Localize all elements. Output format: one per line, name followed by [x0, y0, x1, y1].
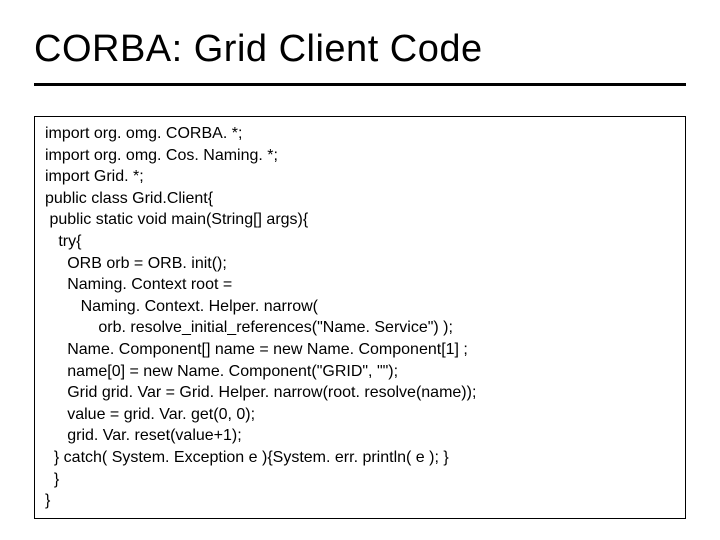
code-line: public class Grid.Client{: [45, 190, 213, 207]
title-underline: [34, 83, 686, 86]
code-line: import Grid. *;: [45, 168, 144, 185]
page-title: CORBA: Grid Client Code: [34, 28, 686, 71]
code-line: grid. Var. reset(value+1);: [45, 427, 242, 444]
code-line: Grid grid. Var = Grid. Helper. narrow(ro…: [45, 384, 476, 401]
code-line: } catch( System. Exception e ){System. e…: [45, 449, 449, 466]
code-line: Naming. Context. Helper. narrow(: [45, 298, 318, 315]
code-line: name[0] = new Name. Component("GRID", ""…: [45, 363, 398, 380]
code-line: import org. omg. CORBA. *;: [45, 125, 242, 142]
code-line: }: [45, 492, 50, 509]
code-line: Naming. Context root =: [45, 276, 232, 293]
code-line: value = grid. Var. get(0, 0);: [45, 406, 255, 423]
code-line: import org. omg. Cos. Naming. *;: [45, 147, 278, 164]
slide: CORBA: Grid Client Code import org. omg.…: [0, 0, 720, 540]
code-line: public static void main(String[] args){: [45, 211, 308, 228]
code-line: orb. resolve_initial_references("Name. S…: [45, 319, 453, 336]
code-box: import org. omg. CORBA. *; import org. o…: [34, 116, 686, 519]
code-line: Name. Component[] name = new Name. Compo…: [45, 341, 468, 358]
code-line: }: [45, 471, 59, 488]
code-line: try{: [45, 233, 81, 250]
code-line: ORB orb = ORB. init();: [45, 255, 227, 272]
